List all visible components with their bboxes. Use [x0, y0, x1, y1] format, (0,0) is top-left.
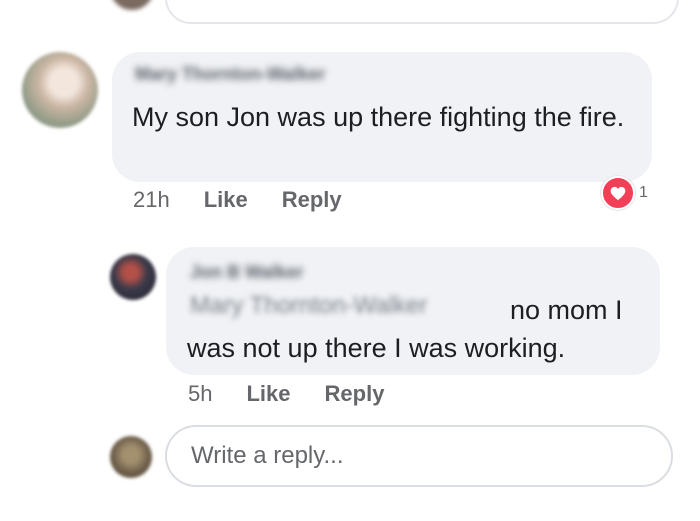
reply-timestamp[interactable]: 5h	[188, 381, 212, 407]
comment-text: My son Jon was up there fighting the fir…	[132, 102, 625, 132]
reply-text-line-2: was not up there I was working.	[187, 333, 566, 363]
reply-input[interactable]	[189, 441, 649, 471]
avatar[interactable]	[22, 52, 98, 128]
heart-icon	[601, 176, 635, 210]
reaction-count: 1	[639, 184, 648, 201]
comment-author-name[interactable]: Mary Thornton-Walker	[135, 64, 325, 85]
reply-text-line-1: no mom I	[510, 295, 623, 325]
comment-timestamp[interactable]: 21h	[133, 187, 170, 213]
write-reply-box[interactable]	[165, 425, 673, 487]
current-user-avatar	[110, 436, 152, 478]
previous-avatar	[110, 0, 154, 10]
reaction-summary[interactable]: 1	[601, 176, 648, 210]
mention-tag[interactable]: Mary Thornton-Walker	[190, 292, 427, 320]
reply-button[interactable]: Reply	[325, 381, 385, 407]
reply-button[interactable]: Reply	[282, 187, 342, 213]
avatar[interactable]	[110, 254, 156, 300]
like-button[interactable]: Like	[204, 187, 248, 213]
reply-author-name[interactable]: Jon B Walker	[190, 262, 303, 283]
previous-reply-box[interactable]	[165, 0, 679, 24]
reply-actions: 5h Like Reply	[188, 381, 384, 407]
comment-actions: 21h Like Reply	[133, 187, 342, 213]
like-button[interactable]: Like	[246, 381, 290, 407]
